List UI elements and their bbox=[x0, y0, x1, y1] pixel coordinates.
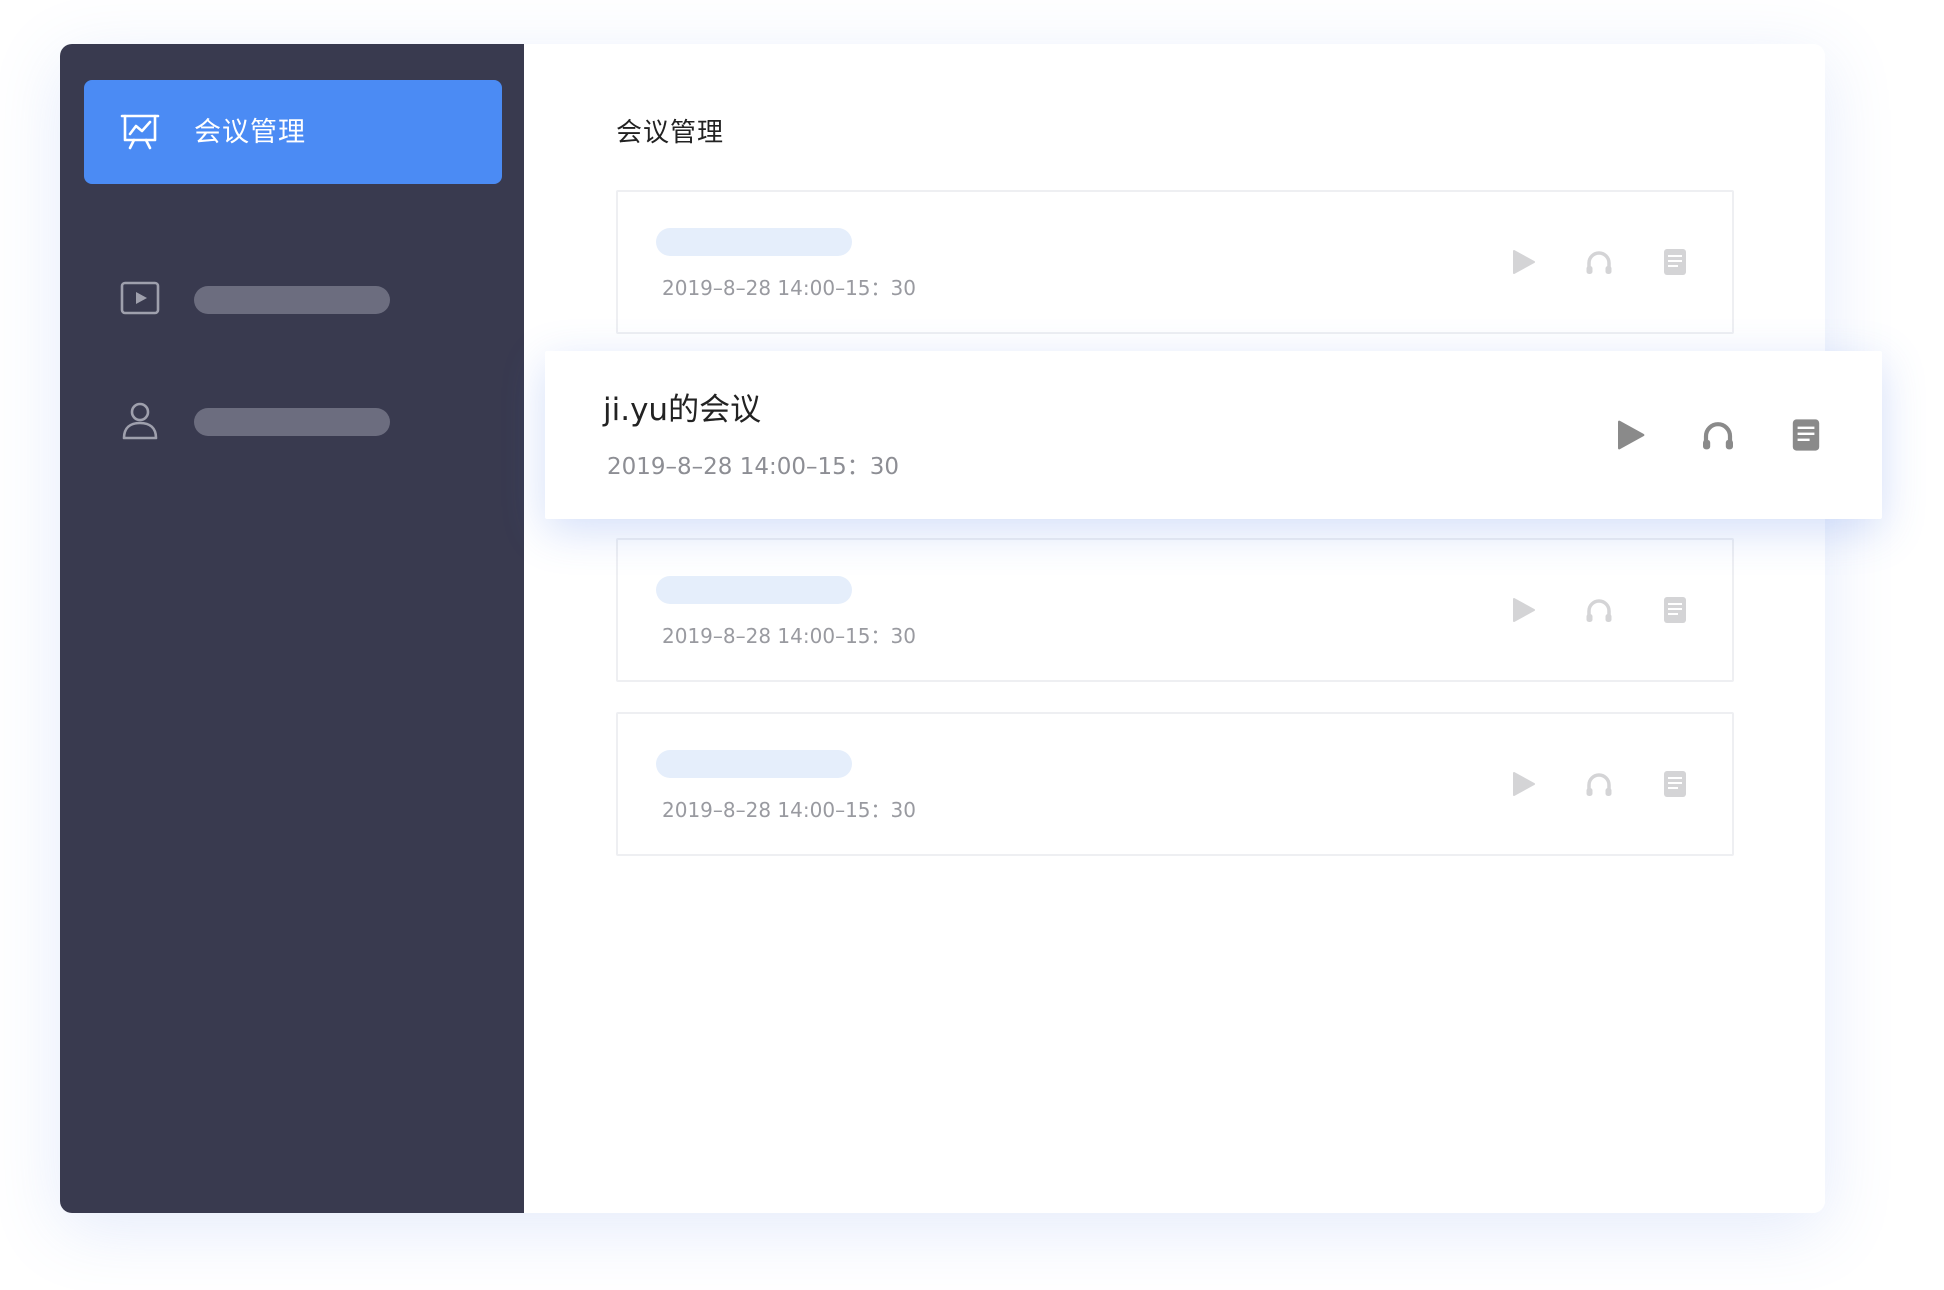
meeting-actions bbox=[1612, 417, 1824, 453]
meeting-time: 2019–8–28 14:00–15：30 bbox=[607, 454, 900, 480]
meeting-title-placeholder bbox=[656, 576, 852, 604]
meeting-card[interactable]: 2019–8–28 14:00–15：30 bbox=[616, 712, 1734, 856]
sidebar: 会议管理 bbox=[60, 44, 524, 1213]
play-icon[interactable] bbox=[1508, 769, 1538, 799]
meeting-time: 2019–8–28 14:00–15：30 bbox=[662, 798, 916, 822]
meeting-title: ji.yu的会议 bbox=[603, 392, 762, 428]
meeting-actions bbox=[1508, 595, 1690, 625]
sidebar-item-video[interactable] bbox=[84, 258, 502, 338]
presentation-chart-icon bbox=[120, 114, 160, 150]
app-window: 会议管理 会议管理 2019–8–28 14:00–15：30 2019–8–2… bbox=[60, 44, 1825, 1213]
main-content: 会议管理 2019–8–28 14:00–15：30 2019–8–28 14:… bbox=[524, 44, 1825, 1213]
headphones-icon[interactable] bbox=[1584, 769, 1614, 799]
sidebar-item-label-placeholder bbox=[194, 286, 390, 314]
headphones-icon[interactable] bbox=[1584, 595, 1614, 625]
document-icon[interactable] bbox=[1660, 769, 1690, 799]
meeting-time: 2019–8–28 14:00–15：30 bbox=[662, 276, 916, 300]
featured-meeting-card[interactable]: ji.yu的会议 2019–8–28 14:00–15：30 bbox=[545, 351, 1882, 519]
meeting-card[interactable]: 2019–8–28 14:00–15：30 bbox=[616, 538, 1734, 682]
play-icon[interactable] bbox=[1612, 417, 1648, 453]
sidebar-item-user[interactable] bbox=[84, 380, 502, 460]
sidebar-item-meeting-management[interactable]: 会议管理 bbox=[84, 80, 502, 184]
play-icon[interactable] bbox=[1508, 247, 1538, 277]
meeting-actions bbox=[1508, 247, 1690, 277]
meeting-title-placeholder bbox=[656, 228, 852, 256]
user-icon bbox=[122, 402, 158, 440]
play-icon[interactable] bbox=[1508, 595, 1538, 625]
meeting-card[interactable]: 2019–8–28 14:00–15：30 bbox=[616, 190, 1734, 334]
meeting-time: 2019–8–28 14:00–15：30 bbox=[662, 624, 916, 648]
document-icon[interactable] bbox=[1660, 595, 1690, 625]
sidebar-item-label: 会议管理 bbox=[194, 117, 306, 148]
document-icon[interactable] bbox=[1660, 247, 1690, 277]
headphones-icon[interactable] bbox=[1584, 247, 1614, 277]
sidebar-item-label-placeholder bbox=[194, 408, 390, 436]
meeting-title-placeholder bbox=[656, 750, 852, 778]
meeting-actions bbox=[1508, 769, 1690, 799]
document-icon[interactable] bbox=[1788, 417, 1824, 453]
video-play-icon bbox=[120, 281, 160, 315]
headphones-icon[interactable] bbox=[1700, 417, 1736, 453]
page-title: 会议管理 bbox=[616, 118, 725, 148]
